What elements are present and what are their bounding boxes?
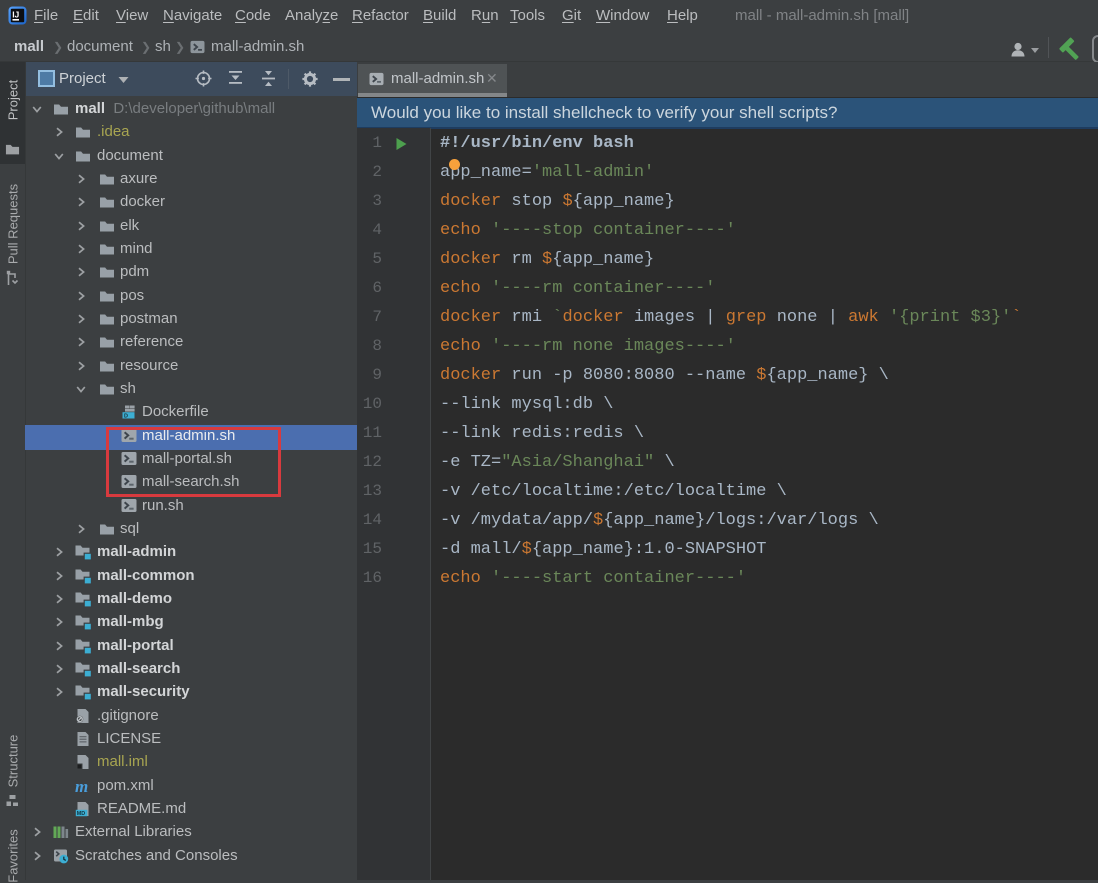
svg-text:IJ: IJ (12, 10, 19, 20)
